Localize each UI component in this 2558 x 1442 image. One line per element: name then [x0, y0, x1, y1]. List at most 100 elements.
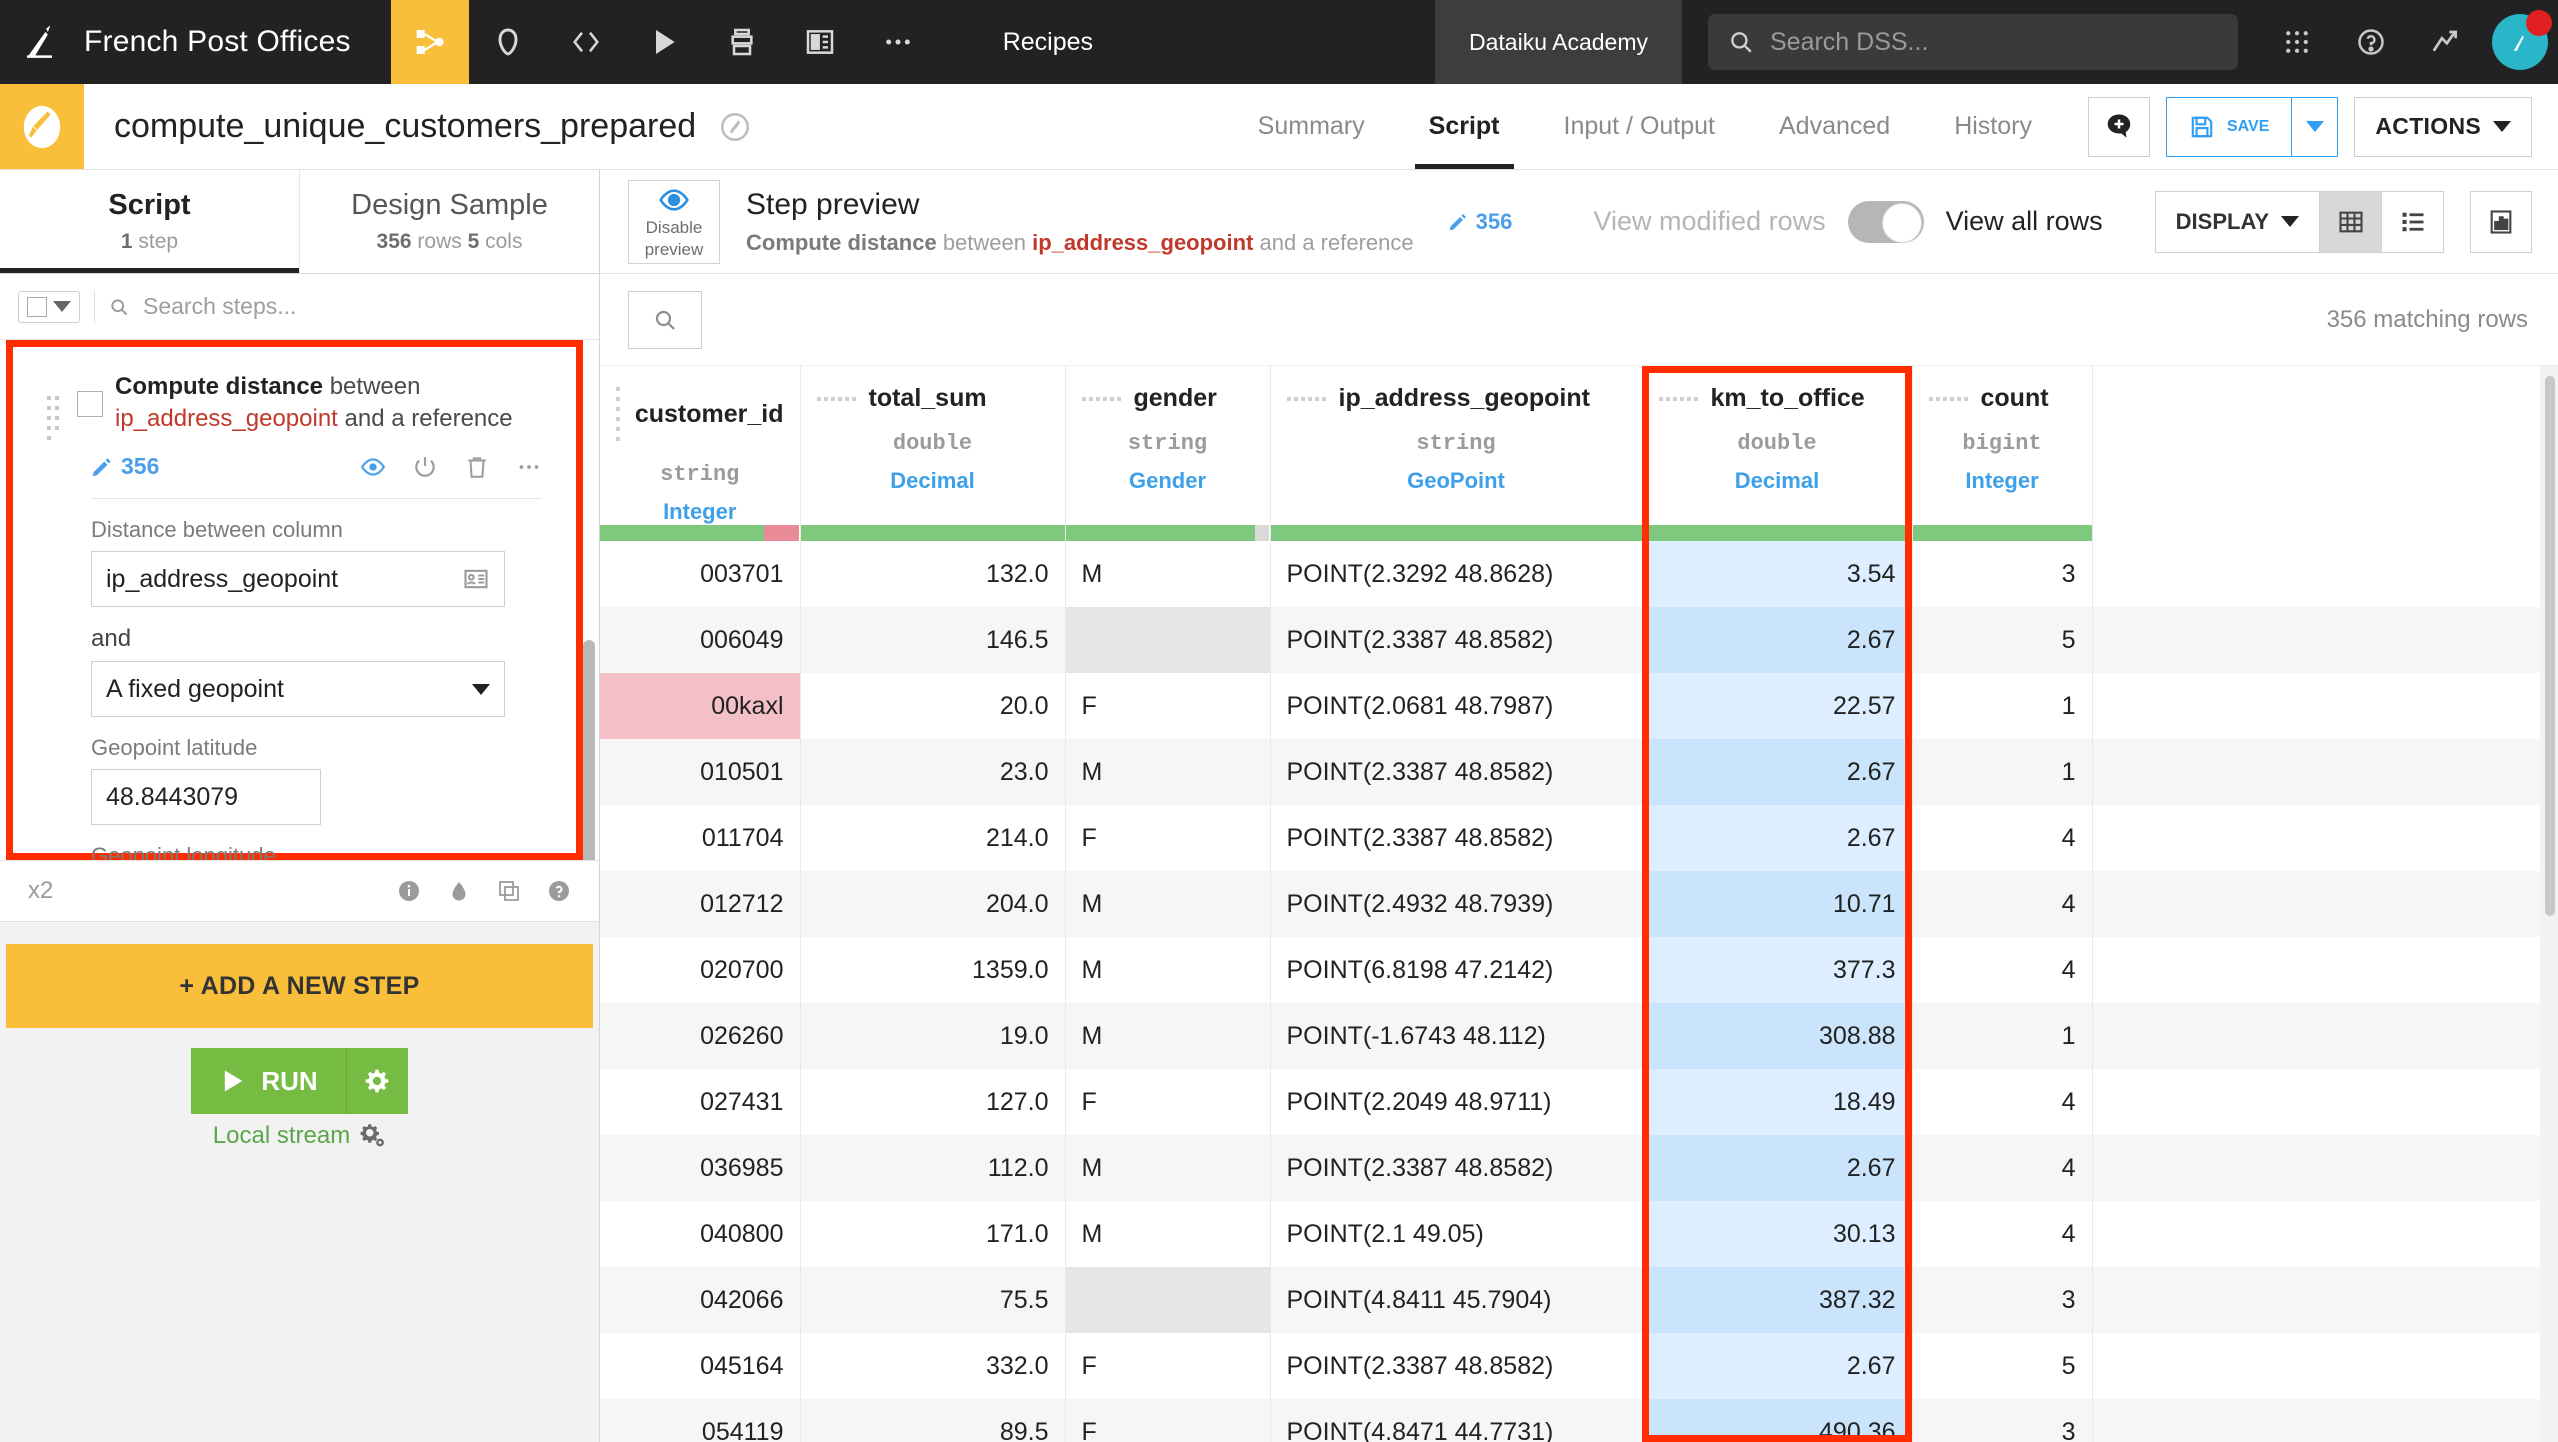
- cell-customer_id[interactable]: 042066: [600, 1267, 801, 1333]
- column-header-total_sum[interactable]: total_sum double Decimal: [800, 366, 1066, 525]
- cell-total_sum[interactable]: 132.0: [800, 541, 1066, 607]
- cell-gender[interactable]: [1065, 607, 1271, 673]
- project-name[interactable]: French Post Offices: [84, 0, 391, 84]
- search-input[interactable]: Search DSS...: [1708, 14, 2238, 70]
- distance-column-input[interactable]: ip_address_geopoint: [91, 551, 505, 607]
- cell-ip_address_geopoint[interactable]: POINT(2.3387 48.8582): [1270, 607, 1643, 673]
- discussions-button[interactable]: [2088, 96, 2150, 157]
- cell-ip_address_geopoint[interactable]: POINT(2.0681 48.7987): [1270, 673, 1643, 739]
- cell-km_to_office[interactable]: 2.67: [1642, 739, 1913, 805]
- flow-icon[interactable]: [390, 0, 469, 84]
- column-header-count[interactable]: count bigint Integer: [1912, 366, 2093, 525]
- cell-ip_address_geopoint[interactable]: POINT(2.3387 48.8582): [1270, 1333, 1643, 1399]
- cell-ip_address_geopoint[interactable]: POINT(2.3387 48.8582): [1270, 739, 1643, 805]
- tab-script[interactable]: Script: [1397, 84, 1532, 169]
- cell-total_sum[interactable]: 75.5: [800, 1267, 1066, 1333]
- cell-total_sum[interactable]: 204.0: [800, 871, 1066, 937]
- cell-count[interactable]: 4: [1912, 1135, 2093, 1201]
- disable-preview-button[interactable]: Disable preview: [628, 179, 720, 264]
- dataiku-logo[interactable]: [0, 0, 84, 84]
- cell-total_sum[interactable]: 23.0: [800, 739, 1066, 805]
- column-drag-handle-icon[interactable]: [1658, 394, 1701, 404]
- column-meaning[interactable]: GeoPoint: [1287, 468, 1626, 494]
- cell-count[interactable]: 3: [1912, 1267, 2093, 1333]
- sidebar-tab-script[interactable]: Script 1 step: [0, 170, 299, 273]
- code-icon[interactable]: [547, 0, 625, 84]
- cell-ip_address_geopoint[interactable]: POINT(2.1 49.05): [1270, 1201, 1643, 1267]
- cell-count[interactable]: 4: [1912, 1069, 2093, 1135]
- cell-customer_id[interactable]: 040800: [600, 1201, 801, 1267]
- cell-count[interactable]: 4: [1912, 937, 2093, 1003]
- display-button[interactable]: DISPLAY: [2154, 190, 2320, 253]
- cell-count[interactable]: 1: [1912, 673, 2093, 739]
- cell-km_to_office[interactable]: 490.36: [1642, 1399, 1913, 1442]
- cell-km_to_office[interactable]: 387.32: [1642, 1267, 1913, 1333]
- cell-ip_address_geopoint[interactable]: POINT(2.3387 48.8582): [1270, 1135, 1643, 1201]
- cell-customer_id[interactable]: 003701: [600, 541, 801, 607]
- cell-count[interactable]: 3: [1912, 541, 2093, 607]
- cell-gender[interactable]: F: [1065, 673, 1271, 739]
- cell-total_sum[interactable]: 127.0: [800, 1069, 1066, 1135]
- table-search-button[interactable]: [628, 290, 702, 349]
- help-icon[interactable]: [547, 879, 571, 903]
- cell-km_to_office[interactable]: 18.49: [1642, 1069, 1913, 1135]
- column-header-gender[interactable]: gender string Gender: [1065, 366, 1271, 525]
- save-dropdown-button[interactable]: [2292, 96, 2339, 157]
- row-view-toggle[interactable]: View modified rows View all rows: [1594, 200, 2103, 243]
- tab-advanced[interactable]: Advanced: [1747, 84, 1922, 169]
- cell-gender[interactable]: M: [1065, 1003, 1271, 1069]
- column-drag-handle-icon[interactable]: [1928, 394, 1971, 404]
- avatar[interactable]: [2492, 10, 2552, 70]
- cell-ip_address_geopoint[interactable]: POINT(4.8471 44.7731): [1270, 1399, 1643, 1442]
- cell-count[interactable]: 1: [1912, 1003, 2093, 1069]
- column-header-ip_address_geopoint[interactable]: ip_address_geopoint string GeoPoint: [1270, 366, 1643, 525]
- sidebar-tab-design-sample[interactable]: Design Sample 356 rows 5 cols: [299, 170, 599, 273]
- table-row[interactable]: 011704 214.0 F POINT(2.3387 48.8582) 2.67 4: [600, 805, 2558, 871]
- table-row[interactable]: 006049 146.5 POINT(2.3387 48.8582) 2.67 5: [600, 607, 2558, 673]
- cell-gender[interactable]: F: [1065, 1399, 1271, 1442]
- cell-km_to_office[interactable]: 10.71: [1642, 871, 1913, 937]
- column-drag-handle-icon[interactable]: [1081, 394, 1124, 404]
- geopoint-latitude-input[interactable]: 48.8443079: [91, 769, 321, 825]
- cell-total_sum[interactable]: 112.0: [800, 1135, 1066, 1201]
- cell-total_sum[interactable]: 19.0: [800, 1003, 1066, 1069]
- cell-customer_id[interactable]: 054119: [600, 1399, 801, 1442]
- select-all-steps-checkbox[interactable]: [18, 290, 80, 323]
- table-row[interactable]: 054119 89.5 F POINT(4.8471 44.7731) 490.36 3: [600, 1399, 2558, 1442]
- cell-km_to_office[interactable]: 2.67: [1642, 1135, 1913, 1201]
- cell-total_sum[interactable]: 214.0: [800, 805, 1066, 871]
- actions-button[interactable]: ACTIONS: [2354, 96, 2532, 157]
- cell-km_to_office[interactable]: 2.67: [1642, 805, 1913, 871]
- column-meaning[interactable]: Integer: [1929, 468, 2076, 494]
- lab-icon[interactable]: [469, 0, 547, 84]
- cell-km_to_office[interactable]: 377.3: [1642, 937, 1913, 1003]
- info-icon[interactable]: [397, 879, 421, 903]
- table-row[interactable]: 042066 75.5 POINT(4.8411 45.7904) 387.32 3: [600, 1267, 2558, 1333]
- run-settings-button[interactable]: [345, 1048, 408, 1114]
- table-row[interactable]: 010501 23.0 M POINT(2.3387 48.8582) 2.67 1: [600, 739, 2558, 805]
- cell-customer_id[interactable]: 020700: [600, 937, 801, 1003]
- cell-km_to_office[interactable]: 3.54: [1642, 541, 1913, 607]
- steps-scrollbar[interactable]: [583, 640, 595, 860]
- tab-history[interactable]: History: [1922, 84, 2064, 169]
- academy-link[interactable]: Dataiku Academy: [1435, 0, 1682, 84]
- cell-count[interactable]: 4: [1912, 1201, 2093, 1267]
- cell-total_sum[interactable]: 332.0: [800, 1333, 1066, 1399]
- cell-gender[interactable]: F: [1065, 805, 1271, 871]
- cell-gender[interactable]: F: [1065, 1333, 1271, 1399]
- cell-ip_address_geopoint[interactable]: POINT(6.8198 47.2142): [1270, 937, 1643, 1003]
- cell-km_to_office[interactable]: 2.67: [1642, 1333, 1913, 1399]
- cell-customer_id[interactable]: 012712: [600, 871, 801, 937]
- jobs-play-icon[interactable]: [625, 0, 703, 84]
- save-button[interactable]: SAVE: [2166, 96, 2293, 157]
- run-button[interactable]: RUN: [191, 1048, 346, 1114]
- charts-view-button[interactable]: [2470, 190, 2532, 253]
- column-drag-handle-icon[interactable]: [1286, 394, 1329, 404]
- cell-customer_id[interactable]: 011704: [600, 805, 801, 871]
- cell-gender[interactable]: M: [1065, 739, 1271, 805]
- help-icon[interactable]: [2334, 0, 2408, 84]
- cell-total_sum[interactable]: 171.0: [800, 1201, 1066, 1267]
- column-header-customer_id[interactable]: customer_id string Integer: [600, 366, 801, 525]
- rows-toggle-switch[interactable]: [1847, 200, 1924, 243]
- column-meaning[interactable]: Integer: [616, 499, 784, 525]
